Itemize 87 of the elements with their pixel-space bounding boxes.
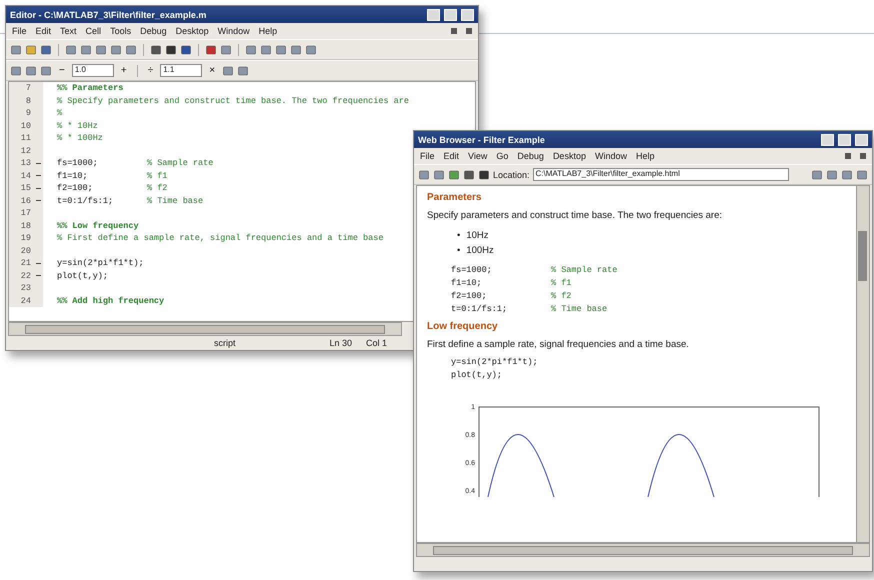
line-number: 23 (9, 282, 33, 294)
menu-item[interactable]: Desktop (552, 151, 586, 161)
status-text: Ln 30 (330, 338, 352, 348)
line-number: 22 (9, 270, 33, 282)
line-number: 18 (9, 220, 33, 232)
code-line: plot(t,y); (57, 270, 110, 281)
code-comment: % f2 (147, 183, 168, 194)
line-number: 12 (9, 144, 33, 157)
line-number: 10 (9, 120, 33, 132)
line-number: 17 (9, 207, 33, 220)
code-line: % * 10Hz (57, 120, 98, 131)
bullet-item: 10Hz (466, 229, 489, 243)
code-line: y=sin(2*pi*f1*t); (57, 258, 145, 268)
bullet-item: 100Hz (466, 244, 494, 258)
line-number: 9 (9, 107, 33, 120)
location-label: Location: (493, 170, 530, 180)
menu-item[interactable]: Debug (517, 151, 544, 161)
line-number: 16 (9, 194, 33, 207)
line-number: 21 (9, 257, 33, 270)
line-number: 8 (9, 94, 33, 107)
menu-item[interactable]: Tools (110, 26, 132, 36)
code-line: f2=100; (451, 291, 488, 301)
line-number: 7 (9, 82, 33, 94)
window-title: Editor - C:\MATLAB7_3\Filter\filter_example.m (10, 10, 208, 20)
paragraph: Specify parameters and construct time base. The two frequencies are: (427, 210, 724, 221)
status-text: Col 1 (366, 338, 388, 348)
menu-item[interactable]: Desktop (176, 26, 209, 36)
menu-item[interactable]: Help (636, 151, 654, 161)
code-line: y=sin(2*pi*f1*t); (451, 357, 539, 367)
divide-button[interactable]: ÷ (144, 65, 158, 76)
vertical-scrollbar[interactable] (856, 186, 869, 542)
line-number: 19 (9, 232, 33, 244)
code-line: %% Low frequency (57, 220, 139, 231)
line-number: 11 (9, 132, 33, 144)
menu-item[interactable]: Window (594, 151, 627, 161)
code-line: f1=10; (57, 170, 89, 181)
code-comment: % Sample rate (551, 265, 618, 275)
line-number: 24 (9, 294, 33, 307)
line-number: 14 (9, 170, 33, 182)
location-field[interactable]: C:\MATLAB7_3\Filter\filter_example.html (532, 168, 789, 181)
menu-item[interactable]: File (12, 26, 27, 36)
menu-item[interactable]: View (468, 151, 488, 161)
line-number: 20 (9, 244, 33, 257)
multiply-button[interactable]: × (205, 65, 220, 76)
code-line: % * 100Hz (57, 133, 103, 144)
horizontal-scrollbar[interactable] (416, 543, 870, 557)
code-comment: % f2 (551, 291, 572, 301)
code-line: plot(t,y); (451, 370, 504, 380)
line-number: 15 (9, 182, 33, 194)
code-comment: % f1 (147, 170, 168, 181)
paragraph: First define a sample rate, signal frequencies and a time base. (427, 339, 690, 350)
menu-item[interactable]: Cell (86, 26, 102, 36)
bullet-marker: • (457, 244, 460, 258)
code-line: f1=10; (451, 278, 483, 288)
menu-item[interactable]: Window (218, 26, 250, 36)
code-comment: % Time base (147, 196, 204, 206)
code-comment: % Time base (551, 304, 608, 314)
menu-item[interactable]: Edit (36, 26, 52, 36)
horizontal-scrollbar[interactable] (8, 322, 402, 336)
menu-item[interactable]: Go (496, 151, 508, 161)
value-field[interactable]: 1.0 (72, 64, 114, 77)
menu-item[interactable]: Text (60, 26, 77, 36)
increment-button[interactable]: + (116, 65, 131, 76)
menu-item[interactable]: File (420, 151, 435, 161)
code-line: % First define a sample rate, signal frequencies and a time base (57, 233, 384, 244)
menu-item[interactable]: Help (258, 26, 278, 36)
code-line: t=0:1/fs:1; (57, 196, 114, 206)
menu-item[interactable]: Edit (444, 151, 460, 161)
code-line: %% Parameters (57, 83, 124, 94)
code-line: fs=1000; (57, 158, 99, 168)
section-heading: Parameters (427, 192, 482, 203)
code-comment: % f1 (551, 278, 572, 288)
menu-item[interactable]: Debug (140, 26, 167, 36)
code-line: % Specify parameters and construct time base. The two frequencies are (57, 96, 409, 106)
code-line: f2=100; (57, 183, 94, 194)
status-text: script (214, 338, 236, 348)
line-number: 13 (9, 157, 33, 170)
section-heading: Low frequency (427, 321, 499, 332)
code-line: %% Add high frequency (57, 296, 164, 306)
decrement-button[interactable]: − (55, 65, 69, 76)
code-line: fs=1000; (451, 265, 493, 275)
value-field[interactable]: 1.1 (160, 64, 202, 77)
code-comment: % Sample rate (147, 158, 214, 168)
code-line: t=0:1/fs:1; (451, 304, 508, 314)
bullet-marker: • (457, 229, 460, 243)
window-title: Web Browser - Filter Example (418, 134, 546, 144)
code-line: % (57, 108, 62, 118)
